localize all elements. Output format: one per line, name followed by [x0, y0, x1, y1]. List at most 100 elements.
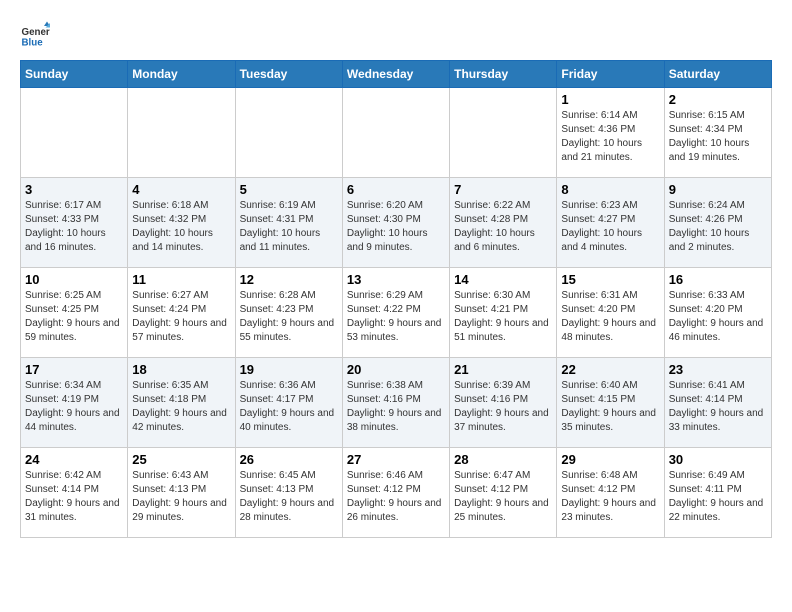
day-number: 27	[347, 452, 445, 467]
calendar-cell: 8 Sunrise: 6:23 AM Sunset: 4:27 PM Daylig…	[557, 178, 664, 268]
day-number: 8	[561, 182, 659, 197]
day-info: Sunrise: 6:22 AM Sunset: 4:28 PM Dayligh…	[454, 199, 552, 255]
day-number: 18	[132, 362, 230, 377]
logo: General Blue	[20, 20, 54, 50]
calendar-week-row: 17 Sunrise: 6:34 AM Sunset: 4:19 PM Dayli…	[21, 358, 772, 448]
calendar-week-row: 1 Sunrise: 6:14 AM Sunset: 4:36 PM Daylig…	[21, 88, 772, 178]
day-info: Sunrise: 6:39 AM Sunset: 4:16 PM Dayligh…	[454, 379, 552, 435]
calendar-cell: 28 Sunrise: 6:47 AM Sunset: 4:12 PM Dayli…	[450, 448, 557, 538]
calendar-cell: 18 Sunrise: 6:35 AM Sunset: 4:18 PM Dayli…	[128, 358, 235, 448]
calendar-cell	[128, 88, 235, 178]
weekday-header: Sunday	[21, 61, 128, 88]
day-info: Sunrise: 6:28 AM Sunset: 4:23 PM Dayligh…	[240, 289, 338, 345]
logo-icon: General Blue	[20, 20, 50, 50]
calendar-cell: 15 Sunrise: 6:31 AM Sunset: 4:20 PM Dayli…	[557, 268, 664, 358]
day-number: 21	[454, 362, 552, 377]
day-number: 14	[454, 272, 552, 287]
day-info: Sunrise: 6:45 AM Sunset: 4:13 PM Dayligh…	[240, 469, 338, 525]
calendar-week-row: 24Sunrise: 6:42 AM Sunset: 4:14 PM Dayli…	[21, 448, 772, 538]
calendar-cell: 11 Sunrise: 6:27 AM Sunset: 4:24 PM Dayli…	[128, 268, 235, 358]
day-info: Sunrise: 6:18 AM Sunset: 4:32 PM Dayligh…	[132, 199, 230, 255]
day-number: 20	[347, 362, 445, 377]
day-number: 12	[240, 272, 338, 287]
day-number: 25	[132, 452, 230, 467]
day-number: 30	[669, 452, 767, 467]
day-info: Sunrise: 6:29 AM Sunset: 4:22 PM Dayligh…	[347, 289, 445, 345]
day-info: Sunrise: 6:49 AM Sunset: 4:11 PM Dayligh…	[669, 469, 767, 525]
calendar-header-row: SundayMondayTuesdayWednesdayThursdayFrid…	[21, 61, 772, 88]
weekday-header: Thursday	[450, 61, 557, 88]
calendar-cell: 13Sunrise: 6:29 AM Sunset: 4:22 PM Dayli…	[342, 268, 449, 358]
day-number: 28	[454, 452, 552, 467]
day-number: 3	[25, 182, 123, 197]
calendar-cell: 26 Sunrise: 6:45 AM Sunset: 4:13 PM Dayli…	[235, 448, 342, 538]
day-number: 6	[347, 182, 445, 197]
day-number: 23	[669, 362, 767, 377]
day-info: Sunrise: 6:35 AM Sunset: 4:18 PM Dayligh…	[132, 379, 230, 435]
day-info: Sunrise: 6:27 AM Sunset: 4:24 PM Dayligh…	[132, 289, 230, 345]
calendar-table: SundayMondayTuesdayWednesdayThursdayFrid…	[20, 60, 772, 538]
day-info: Sunrise: 6:23 AM Sunset: 4:27 PM Dayligh…	[561, 199, 659, 255]
day-info: Sunrise: 6:38 AM Sunset: 4:16 PM Dayligh…	[347, 379, 445, 435]
day-info: Sunrise: 6:40 AM Sunset: 4:15 PM Dayligh…	[561, 379, 659, 435]
day-info: Sunrise: 6:15 AM Sunset: 4:34 PM Dayligh…	[669, 109, 767, 165]
day-info: Sunrise: 6:34 AM Sunset: 4:19 PM Dayligh…	[25, 379, 123, 435]
calendar-cell: 17 Sunrise: 6:34 AM Sunset: 4:19 PM Dayli…	[21, 358, 128, 448]
day-number: 11	[132, 272, 230, 287]
day-info: Sunrise: 6:42 AM Sunset: 4:14 PM Dayligh…	[25, 469, 123, 525]
calendar-cell: 12 Sunrise: 6:28 AM Sunset: 4:23 PM Dayli…	[235, 268, 342, 358]
day-info: Sunrise: 6:31 AM Sunset: 4:20 PM Dayligh…	[561, 289, 659, 345]
day-number: 29	[561, 452, 659, 467]
calendar-cell: 10Sunrise: 6:25 AM Sunset: 4:25 PM Dayli…	[21, 268, 128, 358]
day-info: Sunrise: 6:14 AM Sunset: 4:36 PM Dayligh…	[561, 109, 659, 165]
calendar-cell: 3 Sunrise: 6:17 AM Sunset: 4:33 PM Daylig…	[21, 178, 128, 268]
header-area: General Blue	[20, 20, 772, 50]
calendar-cell	[450, 88, 557, 178]
day-info: Sunrise: 6:24 AM Sunset: 4:26 PM Dayligh…	[669, 199, 767, 255]
day-info: Sunrise: 6:30 AM Sunset: 4:21 PM Dayligh…	[454, 289, 552, 345]
calendar-cell: 23 Sunrise: 6:41 AM Sunset: 4:14 PM Dayli…	[664, 358, 771, 448]
calendar-cell: 21 Sunrise: 6:39 AM Sunset: 4:16 PM Dayli…	[450, 358, 557, 448]
day-number: 7	[454, 182, 552, 197]
calendar-cell: 22 Sunrise: 6:40 AM Sunset: 4:15 PM Dayli…	[557, 358, 664, 448]
day-info: Sunrise: 6:48 AM Sunset: 4:12 PM Dayligh…	[561, 469, 659, 525]
calendar-cell: 20 Sunrise: 6:38 AM Sunset: 4:16 PM Dayli…	[342, 358, 449, 448]
day-number: 15	[561, 272, 659, 287]
weekday-header: Tuesday	[235, 61, 342, 88]
calendar-cell: 25 Sunrise: 6:43 AM Sunset: 4:13 PM Dayli…	[128, 448, 235, 538]
calendar-cell: 2 Sunrise: 6:15 AM Sunset: 4:34 PM Daylig…	[664, 88, 771, 178]
calendar-cell	[21, 88, 128, 178]
day-number: 16	[669, 272, 767, 287]
day-info: Sunrise: 6:19 AM Sunset: 4:31 PM Dayligh…	[240, 199, 338, 255]
day-number: 19	[240, 362, 338, 377]
day-number: 17	[25, 362, 123, 377]
day-info: Sunrise: 6:41 AM Sunset: 4:14 PM Dayligh…	[669, 379, 767, 435]
calendar-cell: 16Sunrise: 6:33 AM Sunset: 4:20 PM Dayli…	[664, 268, 771, 358]
weekday-header: Wednesday	[342, 61, 449, 88]
calendar-cell: 24Sunrise: 6:42 AM Sunset: 4:14 PM Dayli…	[21, 448, 128, 538]
day-number: 26	[240, 452, 338, 467]
day-info: Sunrise: 6:17 AM Sunset: 4:33 PM Dayligh…	[25, 199, 123, 255]
day-number: 4	[132, 182, 230, 197]
day-number: 9	[669, 182, 767, 197]
calendar-cell: 9 Sunrise: 6:24 AM Sunset: 4:26 PM Daylig…	[664, 178, 771, 268]
day-number: 5	[240, 182, 338, 197]
day-info: Sunrise: 6:47 AM Sunset: 4:12 PM Dayligh…	[454, 469, 552, 525]
day-number: 1	[561, 92, 659, 107]
calendar-cell: 7 Sunrise: 6:22 AM Sunset: 4:28 PM Daylig…	[450, 178, 557, 268]
calendar-cell: 30 Sunrise: 6:49 AM Sunset: 4:11 PM Dayli…	[664, 448, 771, 538]
calendar-cell: 1 Sunrise: 6:14 AM Sunset: 4:36 PM Daylig…	[557, 88, 664, 178]
calendar-cell: 5 Sunrise: 6:19 AM Sunset: 4:31 PM Daylig…	[235, 178, 342, 268]
weekday-header: Friday	[557, 61, 664, 88]
calendar-cell: 29 Sunrise: 6:48 AM Sunset: 4:12 PM Dayli…	[557, 448, 664, 538]
calendar-cell: 14 Sunrise: 6:30 AM Sunset: 4:21 PM Dayli…	[450, 268, 557, 358]
day-number: 2	[669, 92, 767, 107]
day-info: Sunrise: 6:46 AM Sunset: 4:12 PM Dayligh…	[347, 469, 445, 525]
calendar-cell: 27 Sunrise: 6:46 AM Sunset: 4:12 PM Dayli…	[342, 448, 449, 538]
day-info: Sunrise: 6:43 AM Sunset: 4:13 PM Dayligh…	[132, 469, 230, 525]
svg-text:General: General	[22, 27, 51, 38]
day-info: Sunrise: 6:36 AM Sunset: 4:17 PM Dayligh…	[240, 379, 338, 435]
day-number: 10	[25, 272, 123, 287]
day-number: 22	[561, 362, 659, 377]
calendar-cell	[235, 88, 342, 178]
